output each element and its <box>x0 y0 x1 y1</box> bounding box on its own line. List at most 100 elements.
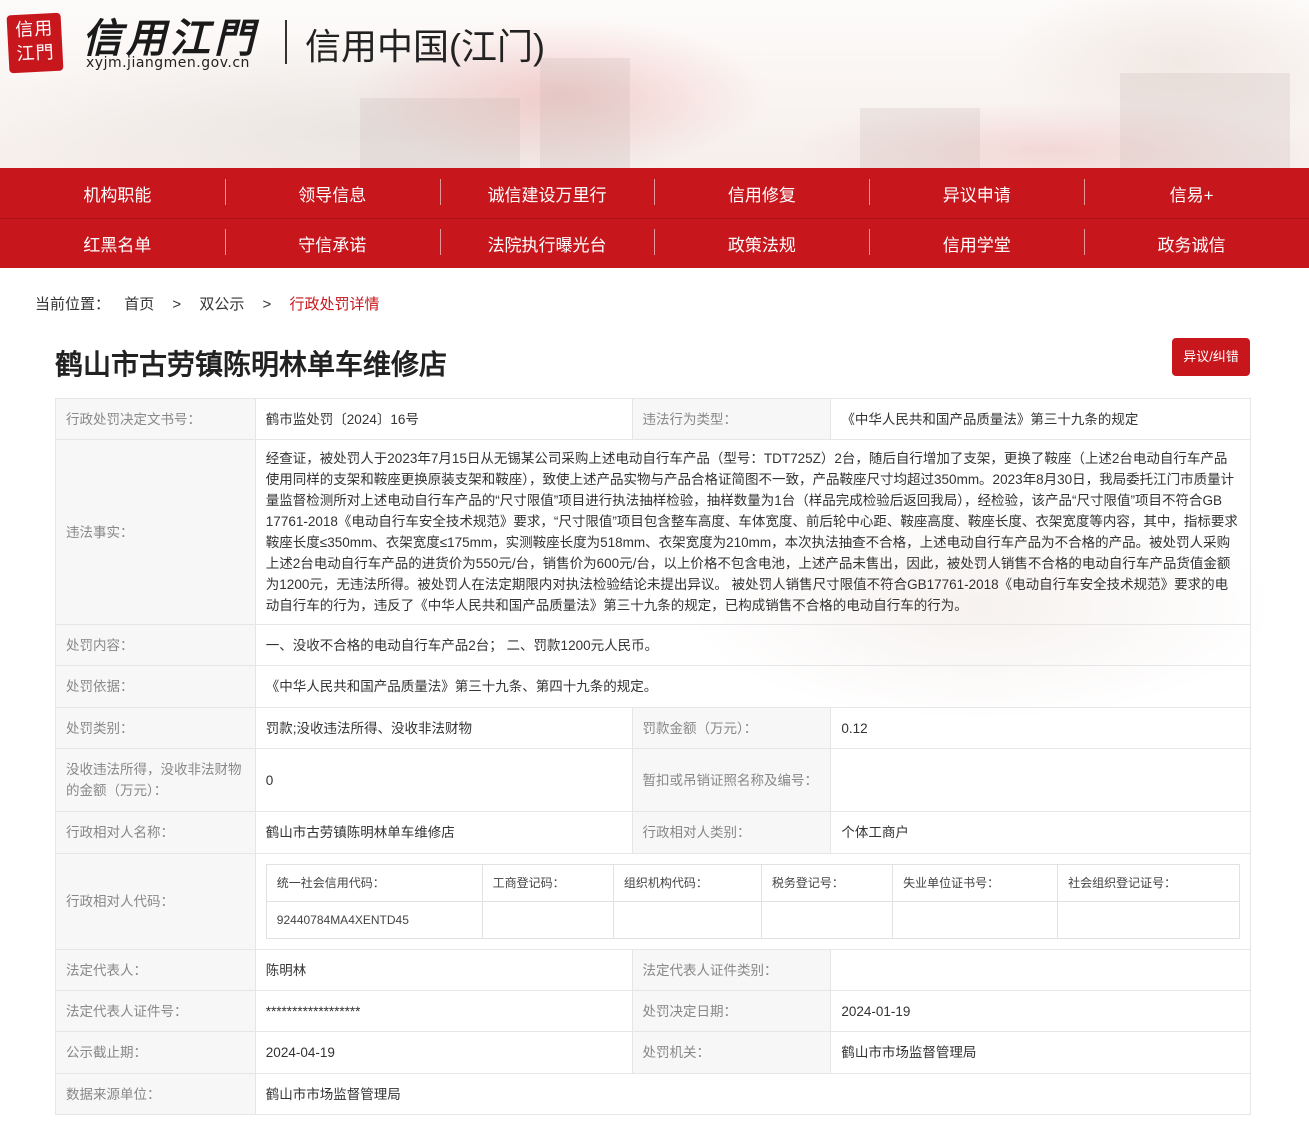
penalty-category-label: 处罚类别： <box>55 707 256 749</box>
table-row: 行政相对人名称： 鹤山市古劳镇陈明林单车维修店 行政相对人类别： 个体工商户 <box>55 811 1251 854</box>
party-type-value: 个体工商户 <box>830 811 1251 854</box>
table-row: 没收违法所得，没收非法财物的金额（万元）： 0 暂扣或吊销证照名称及编号： <box>55 748 1251 812</box>
facts-label: 违法事实： <box>55 439 256 625</box>
breadcrumb-separator: > <box>262 296 272 313</box>
breadcrumb-home[interactable]: 首页 <box>124 296 154 313</box>
breadcrumb-label: 当前位置： <box>35 296 111 313</box>
main-content: 当前位置： 首页 > 双公示 > 行政处罚详情 鹤山市古劳镇陈明林单车维修店 异… <box>0 268 1309 1131</box>
nav-item-credit-repair[interactable]: 信用修复 <box>654 178 869 206</box>
logo-divider <box>285 20 287 64</box>
violation-type-label: 违法行为类型： <box>631 398 832 440</box>
party-name-value: 鹤山市古劳镇陈明林单车维修店 <box>254 811 633 854</box>
nav-item-commitment[interactable]: 守信承诺 <box>224 229 440 256</box>
header-decoration <box>540 58 630 168</box>
nav-row-2: 红黑名单 守信承诺 法院执行曝光台 政策法规 信用学堂 政务诚信 <box>0 218 1309 268</box>
breadcrumb-separator: > <box>172 296 182 313</box>
nav-item-gov-integrity[interactable]: 政务诚信 <box>1084 229 1299 256</box>
nav-item-org-functions[interactable]: 机构职能 <box>10 181 225 206</box>
codes-header-tax-reg: 税务登记号： <box>760 864 894 902</box>
detail-table: 行政处罚决定文书号： 鹤市监处罚〔2024〕16号 违法行为类型： 《中华人民共… <box>55 398 1252 1115</box>
suspend-license-label: 暂扣或吊销证照名称及编号： <box>631 748 832 812</box>
codes-value-unemployment-cert <box>892 901 1059 939</box>
site-url: xyjm.jiangmen.gov.cn <box>86 55 250 71</box>
table-row: 违法事实： 经查证，被处罚人于2023年7月15日从无锡某公司采购上述电动自行车… <box>55 439 1252 625</box>
legal-rep-value: 陈明林 <box>254 949 633 991</box>
legal-rep-id-label: 法定代表人证件号： <box>55 990 256 1032</box>
authority-value: 鹤山市市场监督管理局 <box>830 1031 1251 1074</box>
header-decoration <box>360 98 520 168</box>
site-subtitle: 信用中国(江门) <box>305 26 545 67</box>
codes-header-social-org: 社会组织登记证号： <box>1057 864 1240 902</box>
table-row: 数据来源单位： 鹤山市市场监督管理局 <box>55 1073 1252 1115</box>
fine-amount-label: 罚款金额（万元）： <box>631 707 832 749</box>
penalty-basis-label: 处罚依据： <box>55 665 256 708</box>
authority-label: 处罚机关： <box>631 1031 832 1074</box>
doc-no-value: 鹤市监处罚〔2024〕16号 <box>254 398 633 440</box>
legal-rep-id-type-label: 法定代表人证件类别： <box>631 949 832 991</box>
codes-value-social-org <box>1057 901 1240 939</box>
codes-header-row: 统一社会信用代码： 工商登记码： 组织机构代码： 税务登记号： 失业单位证书号：… <box>265 864 1240 902</box>
party-codes-table: 统一社会信用代码： 工商登记码： 组织机构代码： 税务登记号： 失业单位证书号：… <box>265 864 1240 939</box>
header-decoration <box>860 108 980 168</box>
doc-no-label: 行政处罚决定文书号： <box>55 398 256 440</box>
nav-item-xinyi-plus[interactable]: 信易+ <box>1084 178 1299 206</box>
breadcrumb: 当前位置： 首页 > 双公示 > 行政处罚详情 <box>35 293 389 314</box>
table-row: 处罚内容： 一、没收不合格的电动自行车产品2台； 二、罚款1200元人民币。 <box>55 624 1252 666</box>
table-row: 法定代表人： 陈明林 法定代表人证件类别： <box>55 949 1251 991</box>
party-code-label: 行政相对人代码： <box>55 853 256 950</box>
codes-header-uscc: 统一社会信用代码： <box>265 864 483 902</box>
header-decoration <box>1120 73 1290 168</box>
decision-date-label: 处罚决定日期： <box>631 990 832 1032</box>
source-label: 数据来源单位： <box>55 1073 256 1115</box>
confiscated-label: 没收违法所得，没收非法财物的金额（万元）： <box>55 748 256 812</box>
source-value: 鹤山市市场监督管理局 <box>254 1073 1252 1115</box>
penalty-basis-value: 《中华人民共和国产品质量法》第三十九条、第四十九条的规定。 <box>254 665 1252 708</box>
codes-value-business-reg <box>481 901 614 939</box>
breadcrumb-public[interactable]: 双公示 <box>199 296 244 313</box>
facts-value: 经查证，被处罚人于2023年7月15日从无锡某公司采购上述电动自行车产品（型号：… <box>254 439 1252 625</box>
page-title: 鹤山市古劳镇陈明林单车维修店 <box>55 349 448 380</box>
objection-button[interactable]: 异议/纠错 <box>1172 338 1250 376</box>
codes-header-business-reg: 工商登记码： <box>481 864 614 902</box>
nav-item-leaders[interactable]: 领导信息 <box>224 178 440 206</box>
main-nav: 机构职能 领导信息 诚信建设万里行 信用修复 异议申请 信易+ 红黑名单 守信承… <box>0 168 1309 268</box>
legal-rep-id-type-value <box>830 949 1251 991</box>
decision-date-value: 2024-01-19 <box>830 990 1251 1032</box>
table-row: 处罚依据： 《中华人民共和国产品质量法》第三十九条、第四十九条的规定。 <box>55 665 1252 708</box>
nav-item-integrity-tour[interactable]: 诚信建设万里行 <box>439 178 655 206</box>
fine-amount-value: 0.12 <box>830 707 1251 749</box>
legal-rep-id-value: ****************** <box>254 990 633 1032</box>
table-row: 处罚类别： 罚款;没收违法所得、没收非法财物 罚款金额（万元）： 0.12 <box>55 707 1251 749</box>
party-code-cell: 统一社会信用代码： 工商登记码： 组织机构代码： 税务登记号： 失业单位证书号：… <box>254 853 1252 950</box>
party-type-label: 行政相对人类别： <box>631 811 832 854</box>
codes-value-org-code <box>612 901 762 939</box>
legal-rep-label: 法定代表人： <box>55 949 256 991</box>
codes-value-row: 92440784MA4XENTD45 <box>265 901 1240 939</box>
logo-seal[interactable]: 信用江門 <box>6 12 64 74</box>
publish-deadline-label: 公示截止期： <box>55 1031 256 1074</box>
breadcrumb-current: 行政处罚详情 <box>289 296 380 313</box>
party-name-label: 行政相对人名称： <box>55 811 256 854</box>
codes-header-org-code: 组织机构代码： <box>612 864 762 902</box>
table-row: 行政相对人代码： 统一社会信用代码： 工商登记码： 组织机构代码： 税务登记号：… <box>55 853 1252 950</box>
table-row: 行政处罚决定文书号： 鹤市监处罚〔2024〕16号 违法行为类型： 《中华人民共… <box>55 398 1251 440</box>
nav-item-court-exposure[interactable]: 法院执行曝光台 <box>439 229 655 256</box>
penalty-category-value: 罚款;没收违法所得、没收非法财物 <box>254 707 633 749</box>
codes-value-tax-reg <box>760 901 894 939</box>
table-row: 公示截止期： 2024-04-19 处罚机关： 鹤山市市场监督管理局 <box>55 1031 1251 1074</box>
nav-item-credit-school[interactable]: 信用学堂 <box>869 229 1084 256</box>
penalty-content-value: 一、没收不合格的电动自行车产品2台； 二、罚款1200元人民币。 <box>254 624 1252 666</box>
nav-row-1: 机构职能 领导信息 诚信建设万里行 信用修复 异议申请 信易+ <box>0 168 1309 218</box>
confiscated-value: 0 <box>254 748 633 812</box>
table-row: 法定代表人证件号： ****************** 处罚决定日期： 202… <box>55 990 1251 1032</box>
nav-item-policy[interactable]: 政策法规 <box>654 229 869 256</box>
violation-type-value: 《中华人民共和国产品质量法》第三十九条的规定 <box>830 398 1251 440</box>
publish-deadline-value: 2024-04-19 <box>254 1031 633 1074</box>
suspend-license-value <box>830 748 1251 812</box>
codes-value-uscc: 92440784MA4XENTD45 <box>265 901 483 939</box>
site-header: 信用江門 信用江門 xyjm.jiangmen.gov.cn 信用中国(江门) <box>0 0 1309 168</box>
nav-item-red-black-list[interactable]: 红黑名单 <box>10 231 225 256</box>
penalty-content-label: 处罚内容： <box>55 624 256 666</box>
codes-header-unemployment-cert: 失业单位证书号： <box>892 864 1059 902</box>
nav-item-objection[interactable]: 异议申请 <box>869 178 1084 206</box>
